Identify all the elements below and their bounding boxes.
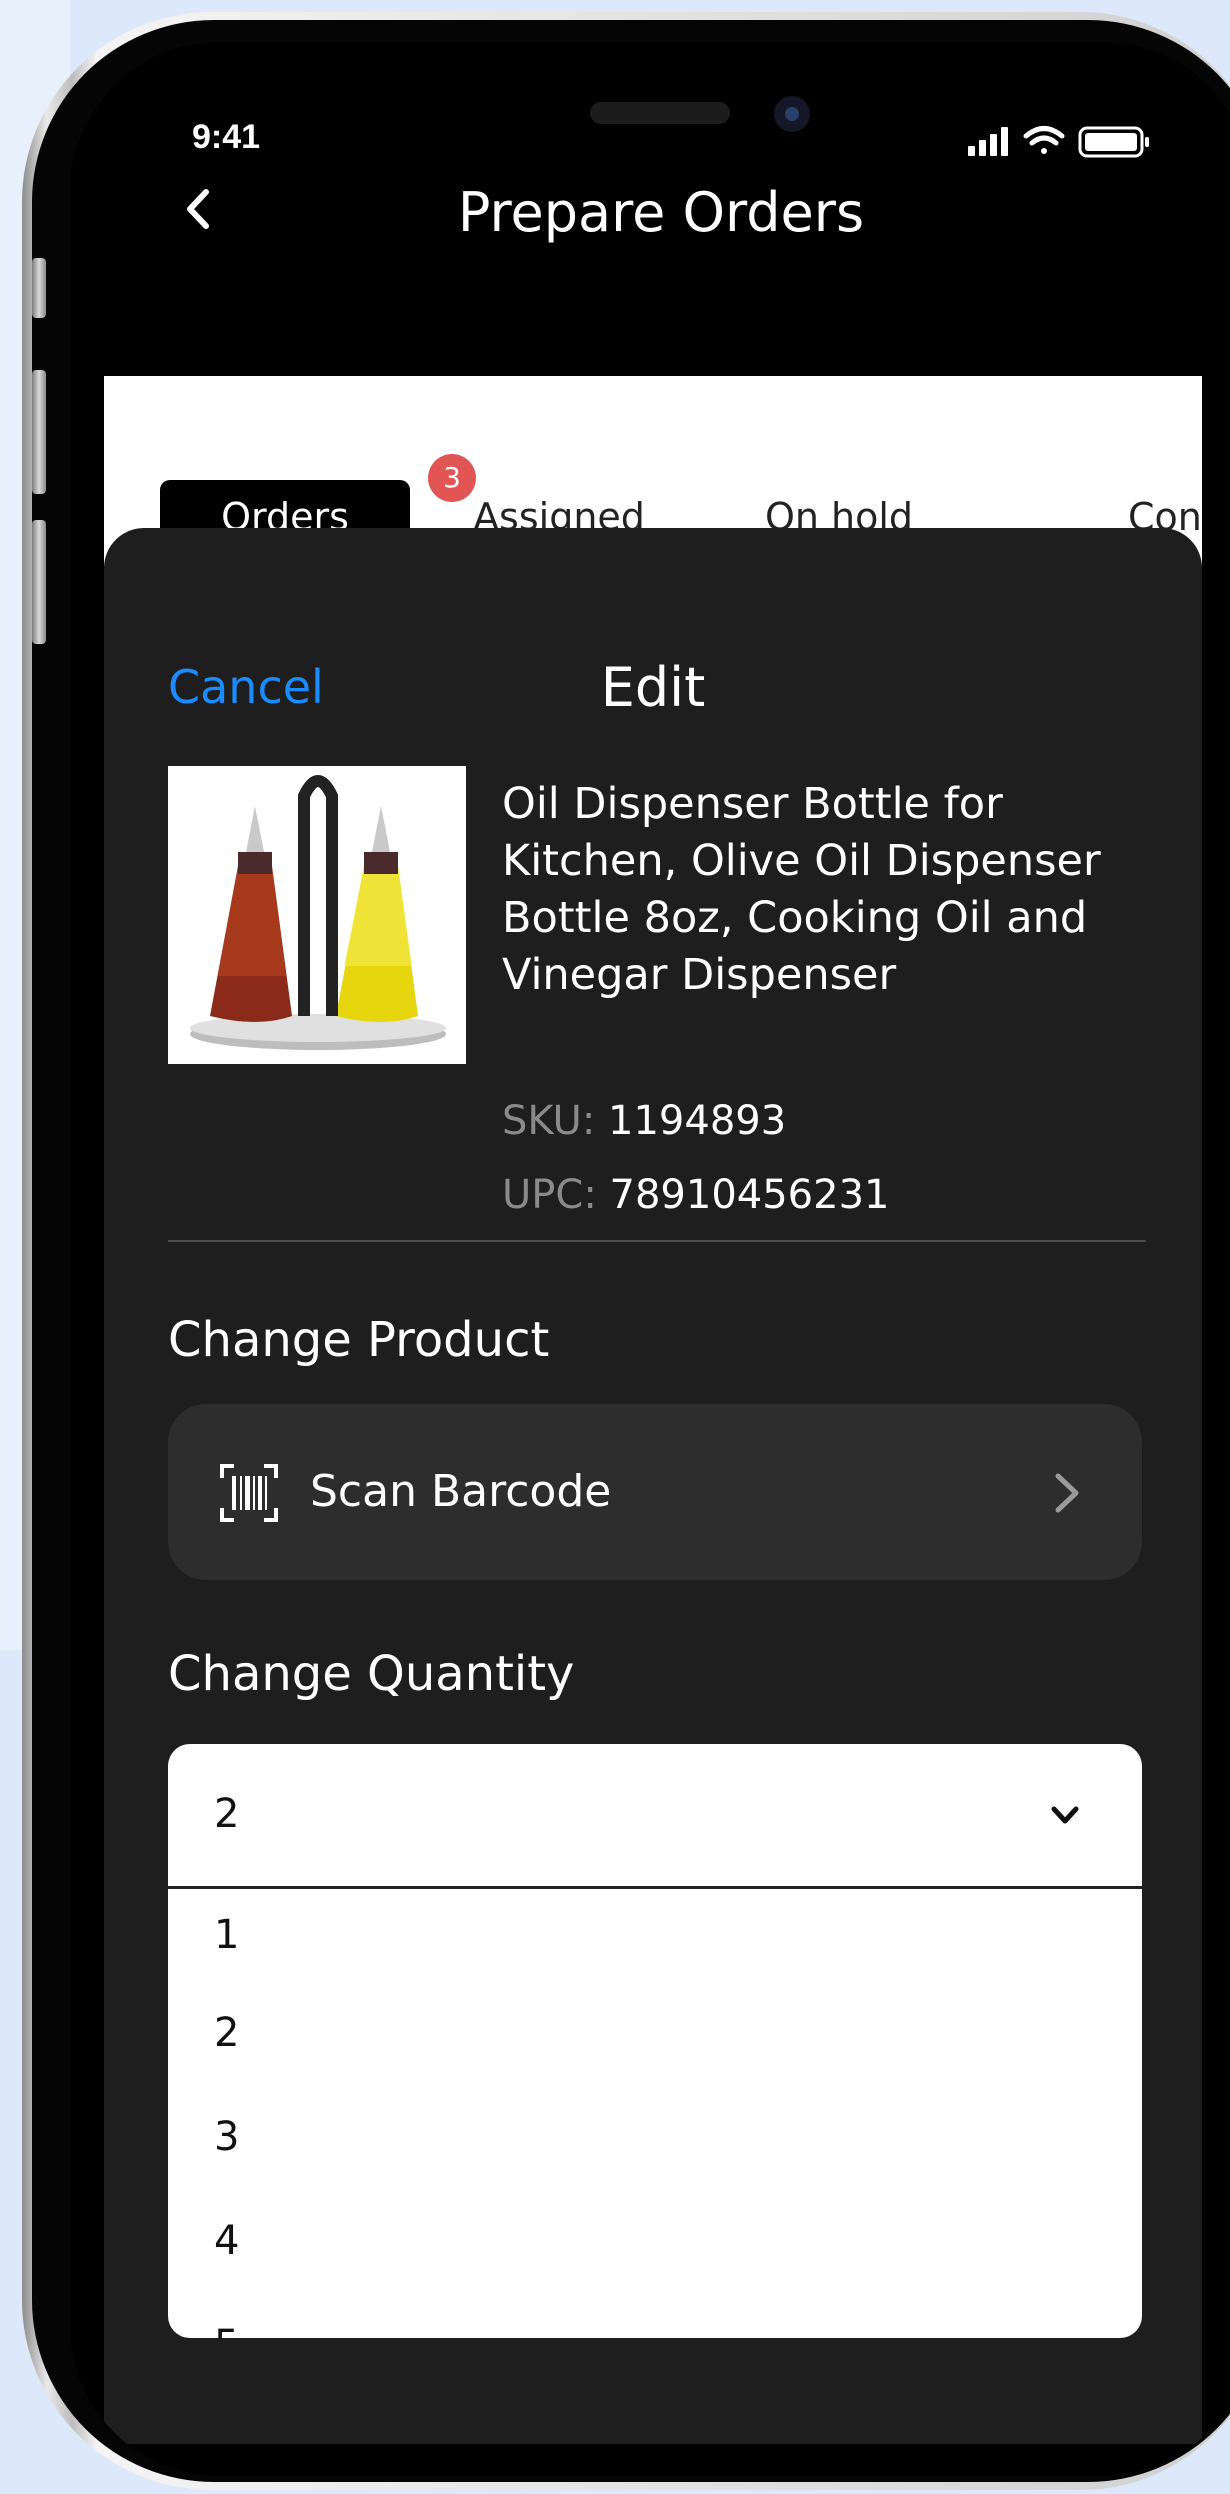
upc-value: 78910456231: [609, 1172, 890, 1218]
status-icons: [968, 126, 1149, 158]
chevron-down-icon: [1051, 1806, 1079, 1824]
change-product-title: Change Product: [168, 1312, 550, 1368]
signal-icon: [968, 127, 1008, 156]
quantity-options-list[interactable]: 1 2 3 4 5: [168, 1889, 1142, 2338]
battery-icon: [1078, 126, 1149, 158]
sku-label: SKU:: [502, 1098, 596, 1144]
quantity-select[interactable]: 2: [168, 1744, 1142, 1889]
quantity-option-1[interactable]: 1: [168, 1889, 1142, 1981]
upc-label: UPC:: [502, 1172, 597, 1218]
product-sku: SKU: 1194893: [502, 1098, 786, 1144]
product-image: [168, 766, 466, 1064]
scan-barcode-button[interactable]: Scan Barcode: [168, 1404, 1142, 1580]
divider: [168, 1240, 1146, 1242]
volume-down-button: [32, 520, 46, 644]
home-area: [70, 2446, 1230, 2476]
change-quantity-title: Change Quantity: [168, 1646, 575, 1702]
chevron-right-icon: [1055, 1473, 1079, 1513]
phone-frame: 9:41 Prepare Orders Orders 3 Assigned On…: [22, 12, 1230, 2490]
wifi-icon: [1023, 126, 1065, 154]
product-name: Oil Dispenser Bottle for Kitchen, Olive …: [502, 779, 1101, 1000]
scan-barcode-label: Scan Barcode: [310, 1466, 612, 1517]
phone-screen: 9:41 Prepare Orders Orders 3 Assigned On…: [70, 42, 1230, 2476]
status-time: 9:41: [192, 118, 261, 156]
barcode-icon: [220, 1464, 278, 1522]
mute-switch: [32, 258, 46, 318]
product-upc: UPC: 78910456231: [502, 1172, 889, 1218]
quantity-selected-value: 2: [214, 1791, 240, 1837]
sku-value: 1194893: [608, 1098, 787, 1144]
page-title: Prepare Orders: [457, 181, 865, 244]
edit-sheet: Cancel Edit Oil Dispenser Bottle for Kit…: [104, 528, 1202, 2444]
volume-up-button: [32, 370, 46, 494]
sheet-title: Edit: [600, 656, 706, 719]
quantity-option-5[interactable]: 5: [168, 2293, 1142, 2338]
quantity-option-4[interactable]: 4: [168, 2189, 1142, 2293]
speaker-grille: [590, 102, 730, 124]
oil-dispenser-image: [190, 775, 446, 1050]
front-camera-icon: [774, 96, 810, 132]
quantity-option-3[interactable]: 3: [168, 2085, 1142, 2189]
quantity-option-2[interactable]: 2: [168, 1981, 1142, 2085]
